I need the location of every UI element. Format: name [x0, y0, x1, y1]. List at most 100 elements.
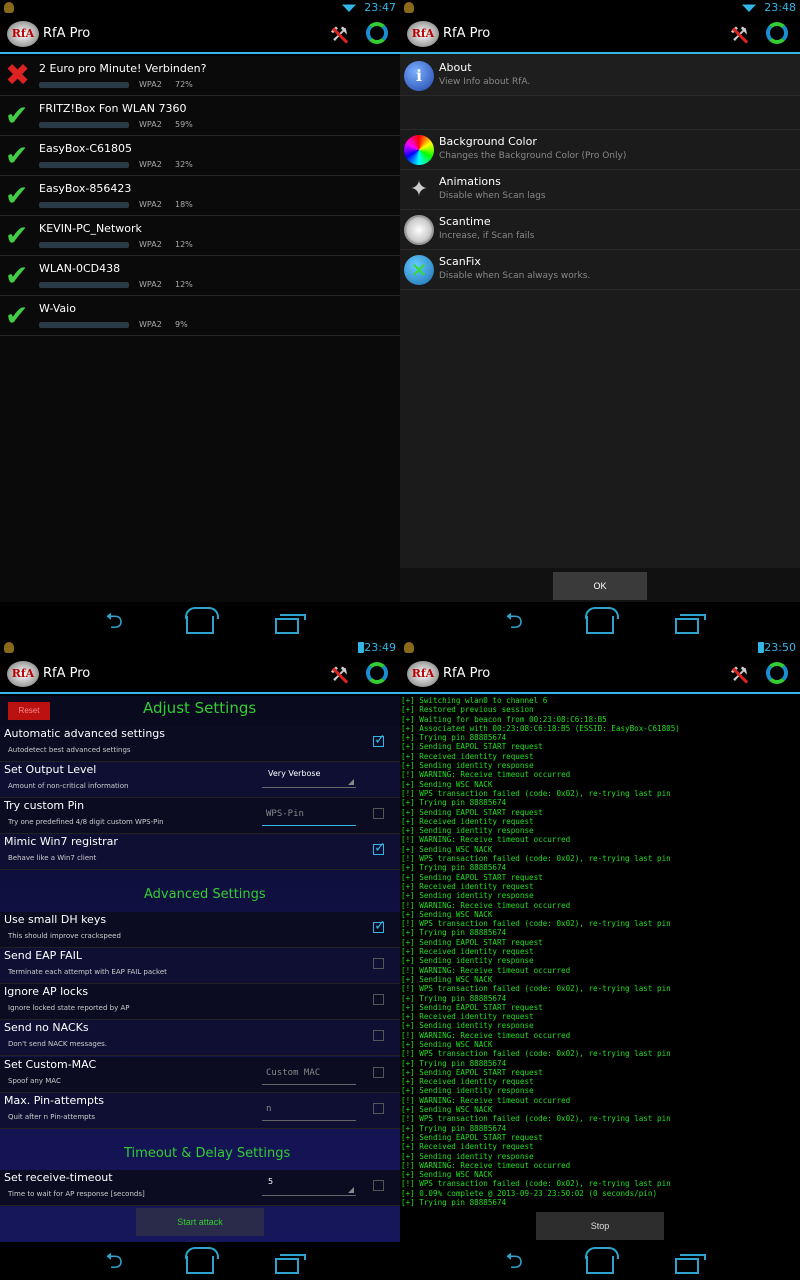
- option-custom-mac[interactable]: Set Custom-MAC Spoof any MAC Custom MAC: [0, 1057, 400, 1093]
- option-subtitle: Autodetect best advanced settings: [8, 746, 131, 754]
- separator: [400, 96, 800, 130]
- option-receive-timeout[interactable]: Set receive-timeout Time to wait for AP …: [0, 1170, 400, 1206]
- option-small-dh-keys[interactable]: Use small DH keys This should improve cr…: [0, 912, 400, 948]
- app-logo: RfA: [7, 21, 39, 47]
- network-encryption: WPA2: [139, 320, 162, 329]
- tools-icon[interactable]: ⚒: [328, 662, 350, 686]
- option-automatic-advanced[interactable]: Automatic advanced settings Autodetect b…: [0, 726, 400, 762]
- clock: 23:48: [764, 1, 796, 14]
- redacted-bssid: [39, 202, 129, 208]
- option-scantime[interactable]: Scantime Increase, if Scan fails: [400, 210, 800, 250]
- network-encryption: WPA2: [139, 240, 162, 249]
- network-row[interactable]: ✔ KEVIN-PC_Network WPA2 12%: [0, 216, 400, 256]
- option-subtitle: Amount of non-critical information: [8, 782, 129, 790]
- option-checkbox[interactable]: [373, 1180, 384, 1191]
- option-title: Try custom Pin: [4, 799, 85, 812]
- option-custom-pin[interactable]: Try custom Pin Try one predefined 4/8 di…: [0, 798, 400, 834]
- clock: 23:47: [364, 1, 396, 14]
- option-checkbox[interactable]: [373, 1067, 384, 1078]
- network-signal: 32%: [175, 160, 193, 169]
- network-list: ✖ 2 Euro pro Minute! Verbinden? WPA2 72%…: [0, 56, 400, 604]
- network-row[interactable]: ✖ 2 Euro pro Minute! Verbinden? WPA2 72%: [0, 56, 400, 96]
- log-line: [+] Trying pin 88885674: [401, 798, 507, 808]
- log-line: [+] Associated with 00:23:08:C6:18:B5 (E…: [401, 723, 680, 733]
- network-row[interactable]: ✔ WLAN-0CD438 WPA2 12%: [0, 256, 400, 296]
- option-checkbox[interactable]: [373, 732, 386, 748]
- option-send-no-nacks[interactable]: Send no NACKs Don't send NACK messages.: [0, 1020, 400, 1056]
- log-line: [+] Trying pin 88885674: [401, 1198, 507, 1208]
- option-subtitle: Behave like a Win7 client: [8, 854, 97, 862]
- log-line: [+] Waiting for beacon from 00:23:08:C6:…: [401, 714, 607, 724]
- option-checkbox[interactable]: [373, 1030, 384, 1041]
- back-icon[interactable]: ⮌: [97, 1250, 131, 1274]
- option-subtitle: Time to wait for AP response [seconds]: [8, 1190, 145, 1198]
- network-row[interactable]: ✔ W-Vaio WPA2 9%: [0, 296, 400, 336]
- back-icon[interactable]: ⮌: [497, 610, 531, 634]
- refresh-icon[interactable]: [366, 662, 388, 684]
- home-icon[interactable]: [583, 1247, 619, 1280]
- option-send-eap-fail[interactable]: Send EAP FAIL Terminate each attempt wit…: [0, 948, 400, 984]
- app-title: RfA Pro: [43, 666, 91, 681]
- status-bar: 23:48: [400, 0, 800, 16]
- log-line: [+] Restored previous session: [401, 705, 534, 715]
- option-checkbox[interactable]: [373, 840, 386, 856]
- refresh-icon[interactable]: [766, 22, 788, 44]
- option-mimic-win7[interactable]: Mimic Win7 registrar Behave like a Win7 …: [0, 834, 400, 870]
- home-icon[interactable]: [183, 1247, 219, 1280]
- option-max-pin-attempts[interactable]: Max. Pin-attempts Quit after n Pin-attem…: [0, 1093, 400, 1129]
- network-row[interactable]: ✔ FRITZ!Box Fon WLAN 7360 WPA2 59%: [0, 96, 400, 136]
- network-encryption: WPA2: [139, 200, 162, 209]
- attack-log-screen: 23:50 RfA RfA Pro ⚒ [+] Switching wlan0 …: [400, 640, 800, 1280]
- custom-mac-input[interactable]: Custom MAC: [262, 1063, 356, 1085]
- nav-bar: ⮌: [0, 1242, 400, 1280]
- refresh-icon[interactable]: [766, 662, 788, 684]
- option-scanfix[interactable]: ✕ ScanFix Disable when Scan always works…: [400, 250, 800, 290]
- app-logo: RfA: [407, 21, 439, 47]
- home-icon[interactable]: [183, 607, 219, 640]
- recent-apps-icon[interactable]: [670, 1250, 706, 1280]
- reset-button[interactable]: Reset: [8, 702, 50, 720]
- options-list: i About View Info about RfA. Background …: [400, 56, 800, 290]
- log-line: [+] Sending WSC NACK: [401, 779, 493, 789]
- back-icon[interactable]: ⮌: [497, 1250, 531, 1274]
- app-logo: RfA: [407, 661, 439, 687]
- stopwatch-icon: [404, 215, 434, 245]
- receive-timeout-select[interactable]: 5: [262, 1172, 356, 1196]
- recent-apps-icon[interactable]: [670, 610, 706, 640]
- ok-button[interactable]: OK: [553, 572, 647, 600]
- home-icon[interactable]: [583, 607, 619, 640]
- option-ignore-ap-locks[interactable]: Ignore AP locks Ignore locked state repo…: [0, 984, 400, 1020]
- pin-attempts-input[interactable]: n: [262, 1099, 356, 1121]
- tools-icon[interactable]: ⚒: [728, 22, 750, 46]
- recent-apps-icon[interactable]: [270, 610, 306, 640]
- network-row[interactable]: ✔ EasyBox-C61805 WPA2 32%: [0, 136, 400, 176]
- option-checkbox[interactable]: [373, 958, 384, 969]
- clock: 23:50: [764, 641, 796, 654]
- option-about[interactable]: i About View Info about RfA.: [400, 56, 800, 96]
- option-background-color[interactable]: Background Color Changes the Background …: [400, 130, 800, 170]
- action-bar: RfA RfA Pro ⚒: [400, 16, 800, 54]
- wps-pin-input[interactable]: WPS-Pin: [262, 804, 356, 826]
- check-icon: ✔: [5, 179, 29, 212]
- log-line: [!] WPS transaction failed (code: 0x02),…: [401, 984, 671, 994]
- redacted-bssid: [39, 242, 129, 248]
- check-icon: ✔: [5, 259, 29, 292]
- check-icon: ✔: [5, 219, 29, 252]
- option-checkbox[interactable]: [373, 918, 386, 934]
- tools-icon[interactable]: ⚒: [328, 22, 350, 46]
- redacted-bssid: [39, 162, 129, 168]
- option-animations[interactable]: ✦ Animations Disable when Scan lags: [400, 170, 800, 210]
- network-row[interactable]: ✔ EasyBox-856423 WPA2 18%: [0, 176, 400, 216]
- option-checkbox[interactable]: [373, 1103, 384, 1114]
- recent-apps-icon[interactable]: [270, 1250, 306, 1280]
- tools-icon[interactable]: ⚒: [728, 662, 750, 686]
- network-ssid: FRITZ!Box Fon WLAN 7360: [39, 102, 187, 115]
- refresh-icon[interactable]: [366, 22, 388, 44]
- output-level-select[interactable]: Very Verbose: [262, 764, 356, 788]
- option-checkbox[interactable]: [373, 808, 384, 819]
- back-icon[interactable]: ⮌: [97, 610, 131, 634]
- stop-button[interactable]: Stop: [536, 1212, 664, 1240]
- option-checkbox[interactable]: [373, 994, 384, 1005]
- option-output-level[interactable]: Set Output Level Amount of non-critical …: [0, 762, 400, 798]
- start-attack-button[interactable]: Start attack: [136, 1208, 264, 1236]
